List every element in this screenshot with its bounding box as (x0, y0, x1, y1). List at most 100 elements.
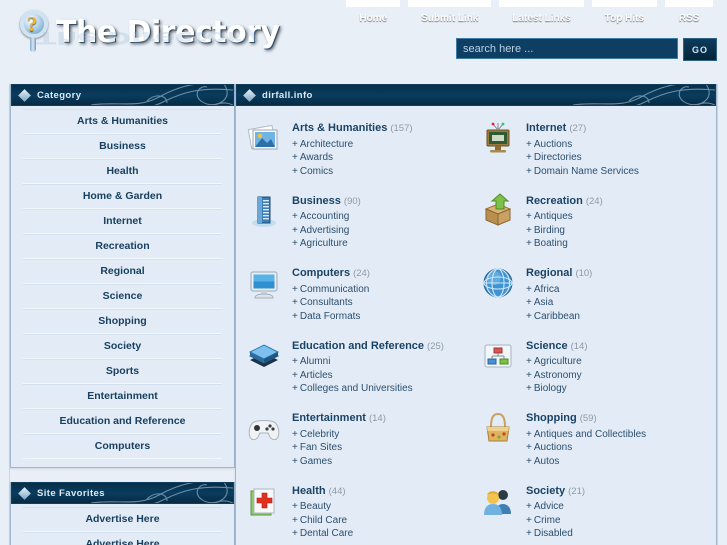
subcategory-link[interactable]: + Biology (526, 383, 706, 394)
nav-link-submit-link[interactable]: Submit Link (408, 7, 491, 31)
top-navigation: Home Submit Link Latest Links Top Hits R… (342, 0, 717, 31)
nav-item-rss[interactable]: RSS (661, 0, 717, 31)
subcategory-link[interactable]: + Crime (526, 515, 706, 526)
category-title-entertainment[interactable]: Entertainment (292, 412, 366, 424)
sidebar-item-regional[interactable]: Regional (23, 259, 222, 284)
subcategory-label: Auctions (533, 442, 573, 453)
sidebar-item-internet[interactable]: Internet (23, 209, 222, 234)
subcategory-link[interactable]: + Child Care (292, 515, 472, 526)
nav-link-latest-links[interactable]: Latest Links (499, 7, 583, 31)
subcategory-link[interactable]: + Antiques and Collectibles (526, 429, 706, 440)
sidebar-item-recreation[interactable]: Recreation (23, 234, 222, 259)
subcategory-label: Crime (533, 514, 561, 526)
subcategory-link[interactable]: + Celebrity (292, 429, 472, 440)
sidebar-item-business[interactable]: Business (23, 134, 222, 159)
subcategory-link[interactable]: + Boating (526, 238, 706, 249)
category-title-shopping[interactable]: Shopping (526, 412, 577, 424)
computer-icon (246, 265, 282, 301)
sidebar-item-society[interactable]: Society (23, 334, 222, 359)
category-count-regional: (10) (575, 268, 593, 279)
favorites-item-advertise-1[interactable]: Advertise Here (23, 507, 222, 532)
subcategory-label: Dental Care (299, 528, 354, 539)
directory-panel: dirfall.info Arts & Humanities (157) + A… (235, 84, 717, 545)
search-input[interactable] (456, 38, 678, 59)
subcategory-link[interactable]: + Comics (292, 166, 472, 177)
subcategory-link[interactable]: + Communication (292, 284, 472, 295)
subcategory-link[interactable]: + Advertising (292, 225, 472, 236)
subcategory-link[interactable]: + Africa (526, 284, 706, 295)
subcategory-link[interactable]: + Colleges and Universities (292, 383, 472, 394)
subcategory-link[interactable]: + Fan Sites (292, 442, 472, 453)
site-logo[interactable]: ? The Directory (18, 8, 280, 56)
search-go-button[interactable]: GO (683, 38, 717, 61)
subcategory-link[interactable]: + Directories (526, 152, 706, 163)
category-block-computers: Computers (24) + Communication + Consultant… (246, 263, 472, 322)
nav-item-top-hits[interactable]: Top Hits (588, 0, 661, 31)
sidebar-item-health[interactable]: Health (23, 159, 222, 184)
nav-item-latest-links[interactable]: Latest Links (495, 0, 587, 31)
favorites-item-advertise-2[interactable]: Advertise Here (23, 532, 222, 545)
nav-item-submit-link[interactable]: Submit Link (404, 0, 495, 31)
subcategory-link[interactable]: + Beauty (292, 501, 472, 512)
category-count-shopping: (59) (579, 413, 597, 424)
nav-item-home[interactable]: Home (342, 0, 404, 31)
category-count-arts-humanities: (157) (390, 123, 413, 134)
subcategory-link[interactable]: + Consultants (292, 297, 472, 308)
subcategory-label: Biology (533, 383, 567, 394)
category-block-education-and-reference: Education and Reference (25) + Alumni + Art… (246, 336, 472, 394)
sidebar-item-science[interactable]: Science (23, 284, 222, 309)
subcategory-link[interactable]: + Agriculture (526, 356, 706, 367)
category-title-science[interactable]: Science (526, 340, 568, 352)
subcategory-label: Alumni (299, 356, 331, 367)
category-title-society[interactable]: Society (526, 485, 565, 497)
magnifier-question-icon: ? (18, 8, 52, 56)
subcategory-link[interactable]: + Birding (526, 225, 706, 236)
sidebar-item-computers[interactable]: Computers (23, 434, 222, 459)
nav-link-top-hits[interactable]: Top Hits (592, 7, 657, 31)
category-panel: Category Arts & Humanities Business Heal… (10, 84, 235, 468)
subcategory-link[interactable]: + Games (292, 456, 472, 467)
category-title-business[interactable]: Business (292, 195, 341, 207)
subcategory-label: Advice (533, 501, 564, 512)
nav-link-rss[interactable]: RSS (666, 7, 713, 31)
sidebar-item-sports[interactable]: Sports (23, 359, 222, 384)
subcategory-link[interactable]: + Caribbean (526, 311, 706, 322)
subcategory-link[interactable]: + Data Formats (292, 311, 472, 322)
category-title-arts-humanities[interactable]: Arts & Humanities (292, 122, 387, 134)
nav-link-home[interactable]: Home (346, 7, 400, 31)
category-block-science: Science (14) + Agriculture + Astronomy + Bio… (480, 336, 706, 394)
subcategory-link[interactable]: + Dental Care (292, 528, 472, 539)
sidebar-item-home-garden[interactable]: Home & Garden (23, 184, 222, 209)
subcategory-label: Agriculture (299, 238, 348, 249)
category-title-education-and-reference[interactable]: Education and Reference (292, 340, 424, 352)
sidebar-item-arts-humanities[interactable]: Arts & Humanities (23, 109, 222, 134)
subcategory-link[interactable]: + Articles (292, 370, 472, 381)
main-content: dirfall.info Arts & Humanities (157) + A… (235, 84, 717, 545)
category-panel-title: Category (37, 89, 82, 101)
subcategory-link[interactable]: + Asia (526, 297, 706, 308)
subcategory-link[interactable]: + Disabled (526, 528, 706, 539)
subcategory-link[interactable]: + Advice (526, 501, 706, 512)
category-title-recreation[interactable]: Recreation (526, 195, 583, 207)
subcategory-link[interactable]: + Architecture (292, 139, 472, 150)
subcategory-label: Africa (533, 283, 560, 295)
subcategory-link[interactable]: + Accounting (292, 211, 472, 222)
category-title-computers[interactable]: Computers (292, 267, 350, 279)
subcategory-link[interactable]: + Astronomy (526, 370, 706, 381)
subcategory-label: Celebrity (299, 428, 340, 440)
sidebar-item-shopping[interactable]: Shopping (23, 309, 222, 334)
category-title-health[interactable]: Health (292, 485, 326, 497)
subcategory-link[interactable]: + Alumni (292, 356, 472, 367)
subcategory-link[interactable]: + Agriculture (292, 238, 472, 249)
sidebar-item-entertainment[interactable]: Entertainment (23, 384, 222, 409)
sidebar-item-education-and-reference[interactable]: Education and Reference (23, 409, 222, 434)
category-title-internet[interactable]: Internet (526, 122, 566, 134)
subcategory-link[interactable]: + Awards (292, 152, 472, 163)
category-title-regional[interactable]: Regional (526, 267, 572, 279)
subcategory-link[interactable]: + Domain Name Services (526, 166, 706, 177)
subcategory-label: Agriculture (533, 356, 582, 367)
subcategory-link[interactable]: + Autos (526, 456, 706, 467)
subcategory-link[interactable]: + Auctions (526, 442, 706, 453)
subcategory-link[interactable]: + Auctions (526, 139, 706, 150)
subcategory-link[interactable]: + Antiques (526, 211, 706, 222)
